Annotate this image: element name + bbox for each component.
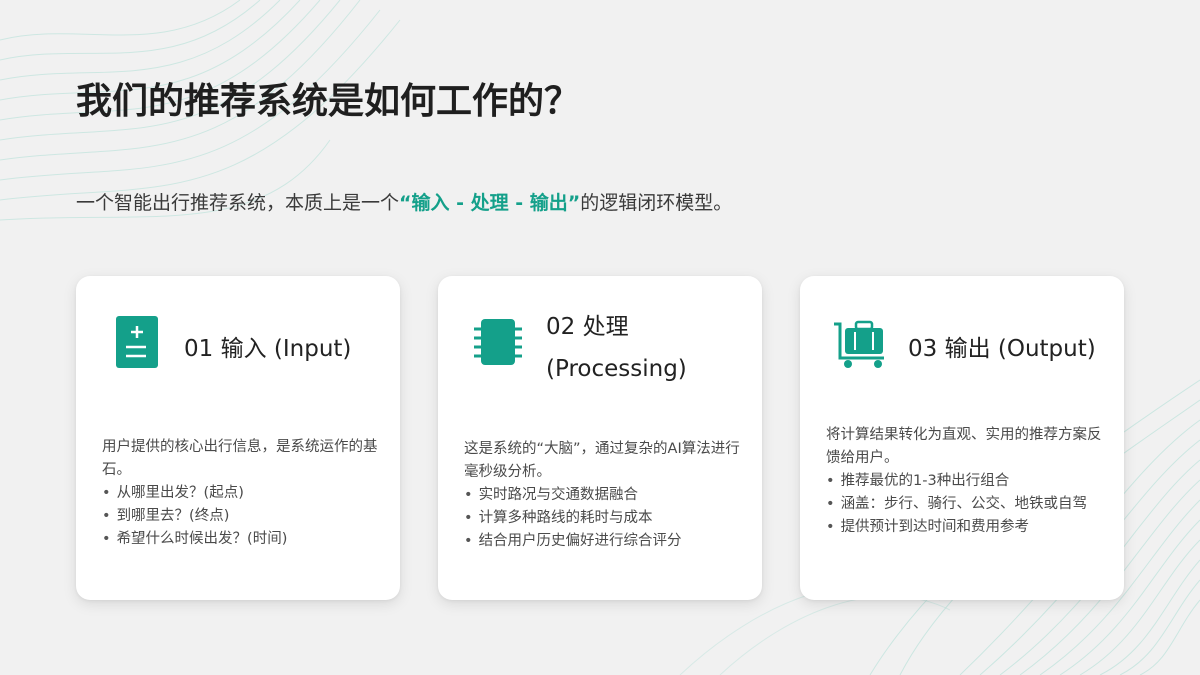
list-item: 涵盖：步行、骑行、公交、地铁或自驾 (826, 493, 1102, 516)
page-subtitle: 一个智能出行推荐系统，本质上是一个“输入 - 处理 - 输出”的逻辑闭环模型。 (76, 188, 732, 215)
luggage-cart-icon (832, 318, 884, 370)
subtitle-text-after: 的逻辑闭环模型。 (580, 192, 733, 214)
card-intro: 将计算结果转化为直观、实用的推荐方案反馈给用户。 (826, 427, 1102, 466)
page-title: 我们的推荐系统是如何工作的？ (76, 80, 581, 122)
subtitle-highlight: “输入 - 处理 - 输出” (399, 192, 581, 214)
list-item: 实时路况与交通数据融合 (464, 484, 740, 507)
list-item: 计算多种路线的耗时与成本 (464, 507, 740, 530)
processing-card: 02 处理 (Processing) 这是系统的“大脑”，通过复杂的AI算法进行… (438, 276, 762, 600)
card-body-output: 将计算结果转化为直观、实用的推荐方案反馈给用户。 推荐最优的1-3种出行组合 涵… (826, 424, 1102, 539)
list-item: 提供预计到达时间和费用参考 (826, 516, 1102, 539)
card-title-processing: 02 处理 (Processing) (546, 314, 687, 382)
calculator-icon (112, 316, 164, 368)
list-item: 结合用户历史偏好进行综合评分 (464, 530, 740, 553)
card-title-output: 03 输出 (Output) (908, 336, 1096, 362)
output-card: 03 输出 (Output) 将计算结果转化为直观、实用的推荐方案反馈给用户。 … (800, 276, 1124, 600)
list-item: 从哪里出发？(起点) (102, 482, 378, 505)
chip-icon (472, 316, 524, 368)
card-intro: 用户提供的核心出行信息，是系统运作的基石。 (102, 439, 378, 478)
card-title-input: 01 输入 (Input) (184, 336, 352, 362)
card-body-processing: 这是系统的“大脑”，通过复杂的AI算法进行毫秒级分析。 实时路况与交通数据融合 … (464, 438, 740, 553)
subtitle-text-before: 一个智能出行推荐系统，本质上是一个 (76, 192, 400, 214)
card-intro: 这是系统的“大脑”，通过复杂的AI算法进行毫秒级分析。 (464, 441, 740, 480)
list-item: 到哪里去？(终点) (102, 505, 378, 528)
card-body-input: 用户提供的核心出行信息，是系统运作的基石。 从哪里出发？(起点) 到哪里去？(终… (102, 436, 378, 551)
list-item: 希望什么时候出发？(时间) (102, 528, 378, 551)
input-card: 01 输入 (Input) 用户提供的核心出行信息，是系统运作的基石。 从哪里出… (76, 276, 400, 600)
list-item: 推荐最优的1-3种出行组合 (826, 470, 1102, 493)
